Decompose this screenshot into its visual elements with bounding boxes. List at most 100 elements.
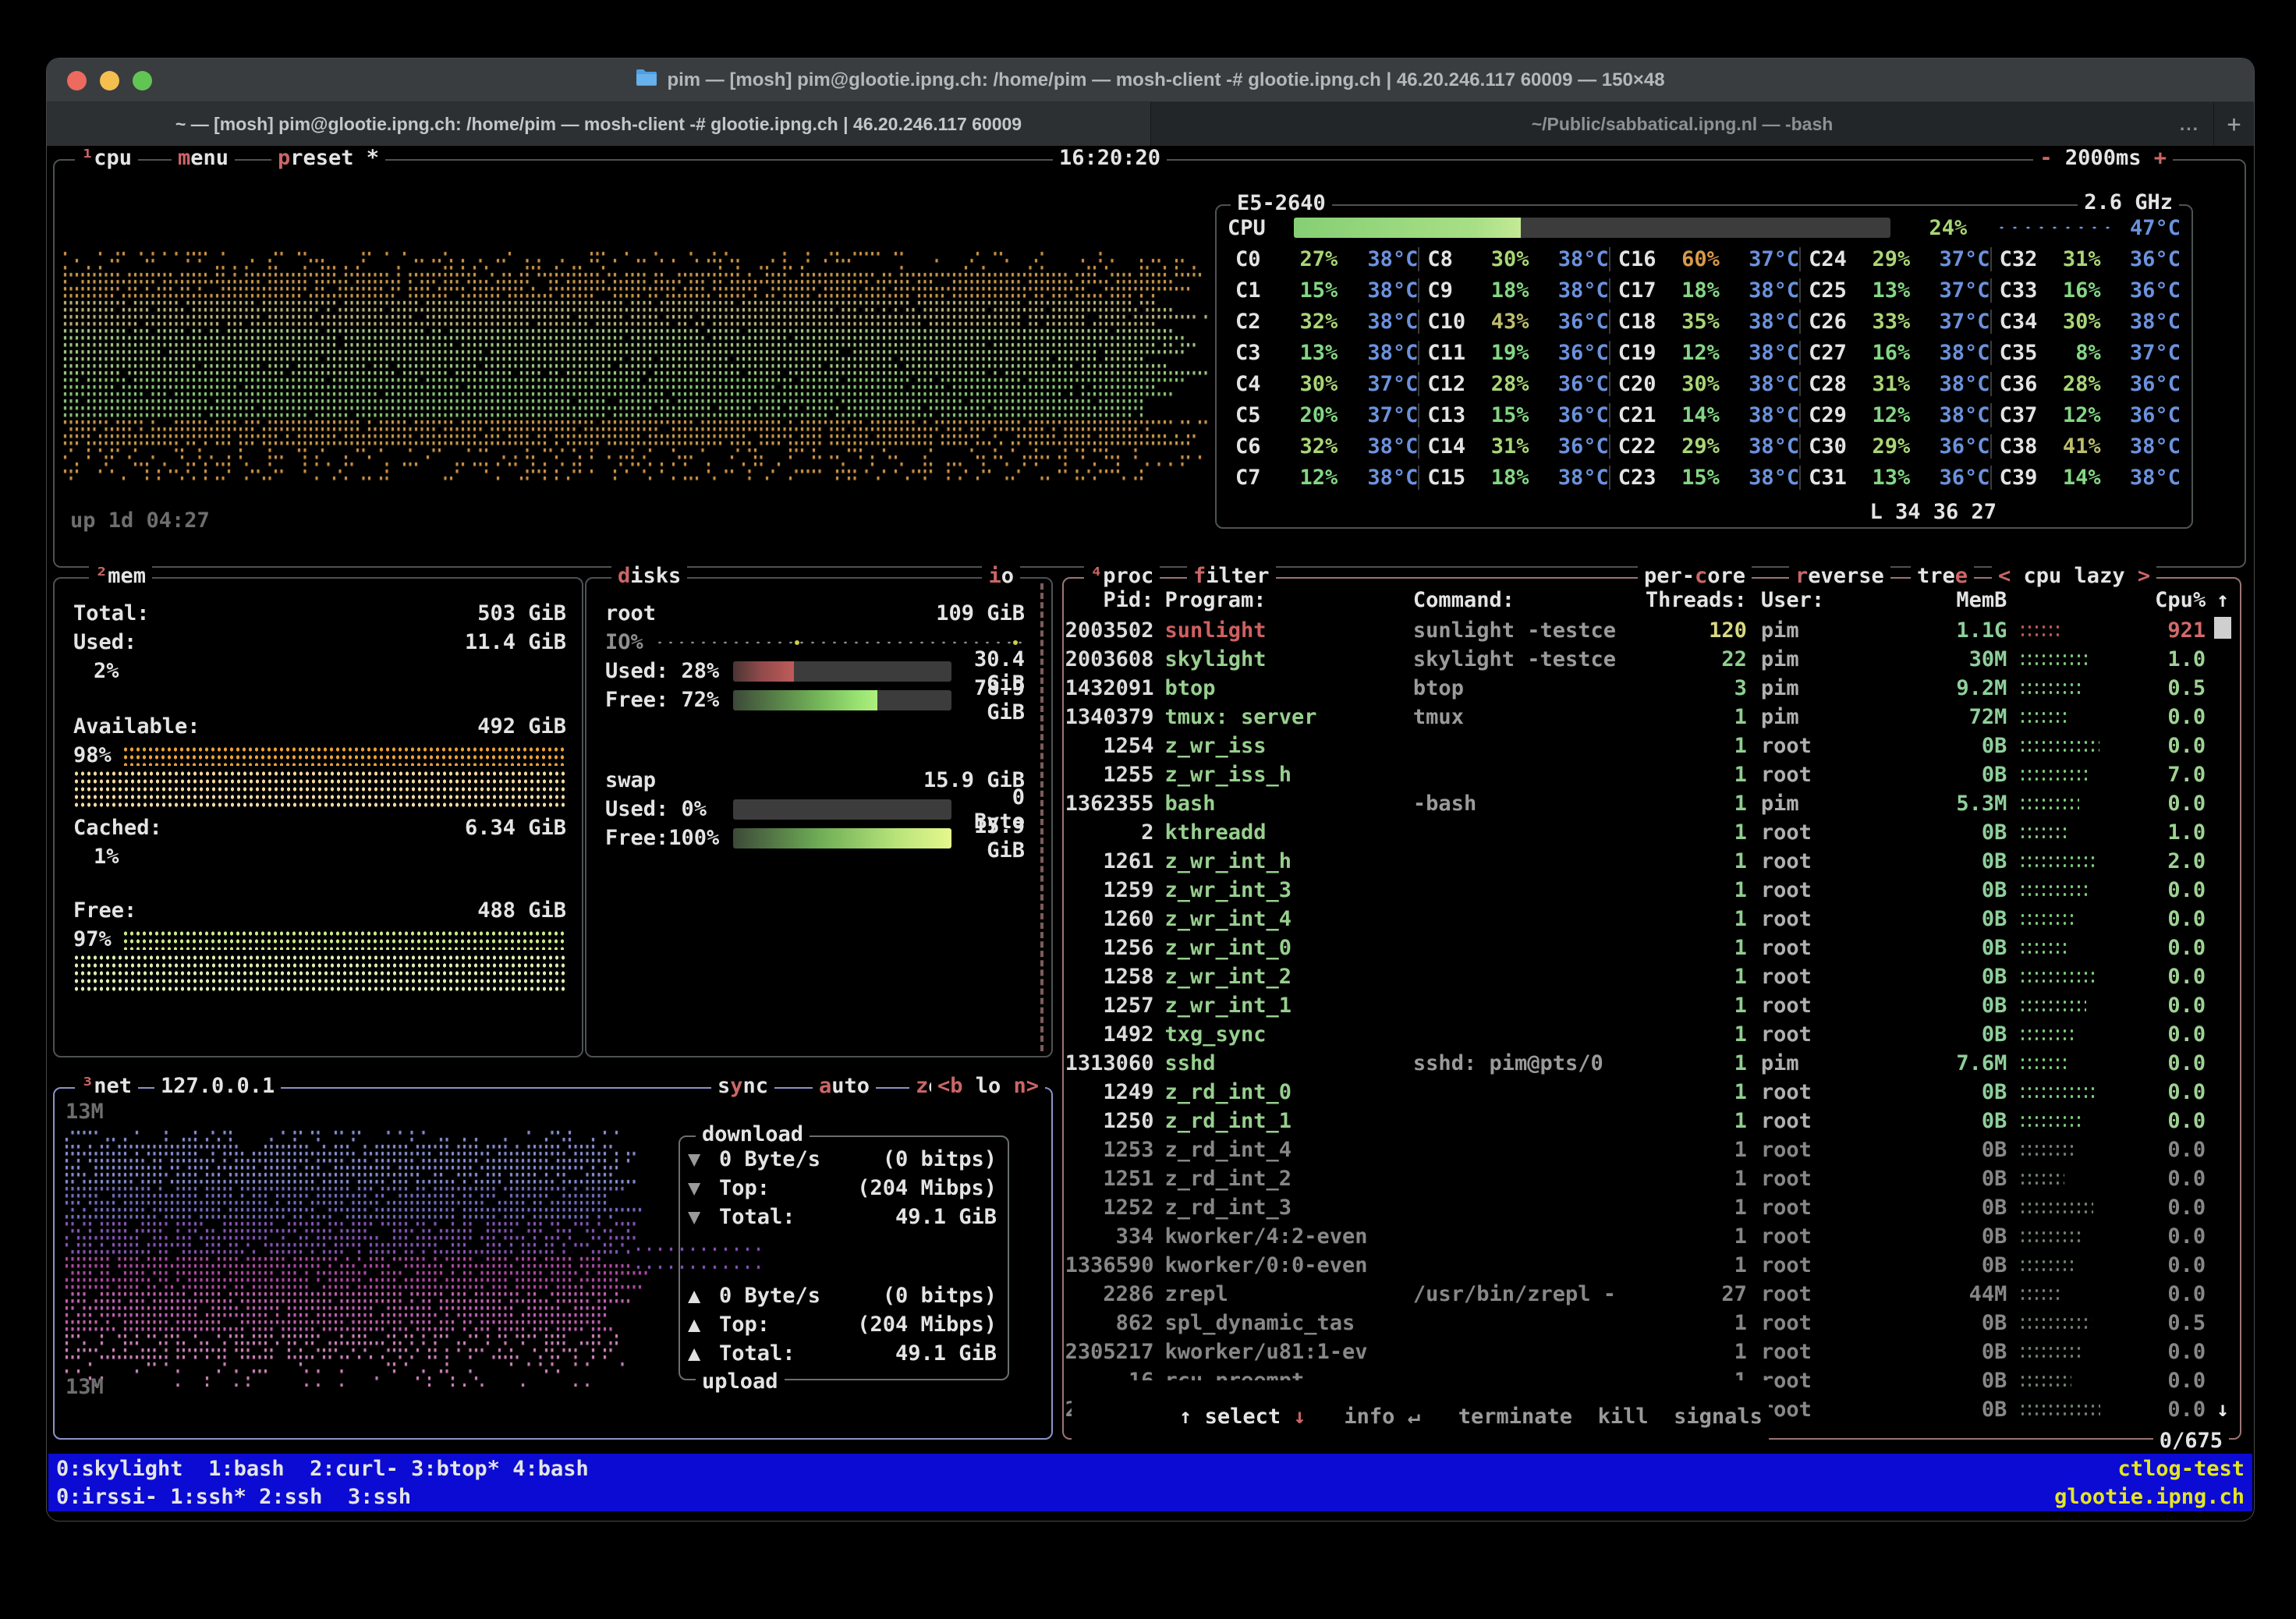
- process-row[interactable]: 1254z_wr_iss1root0B0.0: [1064, 732, 2240, 760]
- col-header-pid[interactable]: Pid:: [1064, 588, 1164, 612]
- process-row[interactable]: 1253z_rd_int_41root0B0.0: [1064, 1135, 2240, 1164]
- process-row[interactable]: 1257z_wr_int_11root0B0.0: [1064, 991, 2240, 1020]
- mem-panel: ²mem Total:503 GiB Used:11.4 GiB 2% Avai…: [53, 577, 583, 1057]
- process-row[interactable]: 2003502sunlightsunlight -testcert120pim1…: [1064, 616, 2240, 645]
- tab-mosh-session[interactable]: ~ — [mosh] pim@glootie.ipng.ch: /home/pi…: [47, 102, 1151, 146]
- col-header-user[interactable]: User:: [1747, 588, 1855, 612]
- process-row[interactable]: 1260z_wr_int_41root0B0.0: [1064, 905, 2240, 933]
- cpu-mini-graph: [2019, 710, 2071, 725]
- reverse-button[interactable]: reverse: [1789, 564, 1890, 588]
- process-row[interactable]: 1255z_wr_iss_h1root0B7.0: [1064, 760, 2240, 789]
- process-row[interactable]: 1362355bash-bash1pim5.3M0.0: [1064, 789, 2240, 818]
- cpu-mini-graph: [2019, 1085, 2095, 1100]
- filter-button[interactable]: filter: [1187, 564, 1276, 588]
- core-row: C313%38°CC1119%36°CC1912%38°CC2716%38°CC…: [1228, 337, 2181, 368]
- process-row[interactable]: 1256z_wr_int_01root0B0.0: [1064, 933, 2240, 962]
- col-header-threads[interactable]: Threads:: [1615, 588, 1747, 612]
- select-button[interactable]: select: [1205, 1405, 1281, 1429]
- tab-overflow-icon[interactable]: ...: [2180, 114, 2199, 135]
- process-row[interactable]: 1258z_wr_int_21root0B0.0: [1064, 962, 2240, 991]
- core-row: C712%38°CC1518%38°CC2315%38°CC3113%36°CC…: [1228, 462, 2181, 493]
- col-header-cpu[interactable]: Cpu%: [2113, 588, 2206, 612]
- disk-io-graph: [654, 639, 1025, 647]
- mem-available-graph: [73, 770, 566, 810]
- terminate-button[interactable]: terminate: [1458, 1405, 1572, 1429]
- screen-windows-inner[interactable]: 0:irssi- 1:ssh* 2:ssh 3:ssh: [56, 1485, 411, 1509]
- process-row[interactable]: 2kthreadd1root0B1.0: [1064, 818, 2240, 847]
- btop-screen: ¹cpu menu preset * 16:20:20 - 2000ms + u…: [47, 147, 2254, 1444]
- cpu-mini-graph: [2019, 825, 2069, 841]
- tree-button[interactable]: tree: [1911, 564, 1974, 588]
- upload-title: upload: [696, 1369, 785, 1394]
- col-header-program[interactable]: Program:: [1164, 588, 1412, 612]
- net-panel-title[interactable]: ³net: [75, 1074, 138, 1098]
- per-core-button[interactable]: per-core: [1638, 564, 1752, 588]
- download-arrow-icon: ▼: [688, 1147, 719, 1171]
- menu-button[interactable]: menu: [172, 146, 235, 170]
- cpu-mini-graph: [2019, 796, 2079, 812]
- core-row: C430%37°CC1228%36°CC2030%38°CC2831%38°CC…: [1228, 368, 2181, 399]
- process-row[interactable]: 1492txg_sync1root0B0.0: [1064, 1020, 2240, 1049]
- screen-windows-outer[interactable]: 0:skylight 1:bash 2:curl- 3:btop* 4:bash: [56, 1457, 589, 1481]
- kill-button[interactable]: kill: [1598, 1405, 1649, 1429]
- process-row[interactable]: 1340379tmux: servertmux1pim72M0.0: [1064, 703, 2240, 732]
- process-row[interactable]: 2305217kworker/u81:1-ev1root0B0.0: [1064, 1337, 2240, 1366]
- scrollbar-thumb[interactable]: [2214, 617, 2231, 639]
- net-interface: 127.0.0.1: [154, 1074, 281, 1098]
- proc-panel-title[interactable]: ⁴proc: [1084, 564, 1160, 588]
- process-row[interactable]: 1313060sshdsshd: pim@pts/01pim7.6M0.0: [1064, 1049, 2240, 1078]
- process-row[interactable]: 1261z_wr_int_h1root0B2.0: [1064, 847, 2240, 876]
- new-tab-button[interactable]: +: [2213, 102, 2254, 146]
- process-row[interactable]: 1336590kworker/0:0-even1root0B0.0: [1064, 1251, 2240, 1280]
- cpu-mini-graph: [2019, 1402, 2100, 1418]
- cpu-mini-graph: [2019, 681, 2081, 696]
- net-sync-button[interactable]: sync: [711, 1074, 774, 1098]
- mem-used-value: 11.4 GiB: [465, 630, 566, 654]
- col-header-mem[interactable]: MemB: [1855, 588, 2007, 612]
- interval-minus-button[interactable]: -: [2039, 146, 2052, 170]
- net-interface-selector[interactable]: <b lo n>: [931, 1074, 1045, 1098]
- process-row[interactable]: 1432091btopbtop3pim9.2M0.5: [1064, 674, 2240, 703]
- process-row[interactable]: 2003608skylightskylight -testcert22pim30…: [1064, 645, 2240, 674]
- scroll-down-icon[interactable]: ↓: [2206, 1398, 2240, 1422]
- sort-selector[interactable]: < cpu lazy >: [1992, 564, 2156, 588]
- disk-swap-used-label: Used: 0%: [605, 797, 722, 821]
- net-panel: ³net 127.0.0.1 sync auto zero <b lo n> 1…: [53, 1087, 1053, 1440]
- info-button[interactable]: info ↵: [1344, 1405, 1420, 1429]
- mem-cached-value: 6.34 GiB: [465, 816, 566, 840]
- tab-bash-session[interactable]: ~/Public/sabbatical.ipng.nl — -bash ...: [1151, 102, 2213, 146]
- select-down-icon[interactable]: ↓: [1281, 1405, 1306, 1429]
- cpu-mini-graph: [2019, 1229, 2083, 1245]
- net-auto-button[interactable]: auto: [813, 1074, 876, 1098]
- process-row[interactable]: 1251z_rd_int_21root0B0.0: [1064, 1164, 2240, 1193]
- download-arrow-icon: ▼: [688, 1205, 719, 1229]
- cpu-mini-graph: [2019, 998, 2086, 1014]
- scroll-up-icon[interactable]: ↑: [2206, 588, 2240, 612]
- process-row[interactable]: 334kworker/4:2-even1root0B0.0: [1064, 1222, 2240, 1251]
- process-row[interactable]: 1259z_wr_int_31root0B0.0: [1064, 876, 2240, 905]
- close-window-button[interactable]: [67, 71, 87, 90]
- disks-panel-title[interactable]: disks: [611, 564, 687, 588]
- minimize-window-button[interactable]: [100, 71, 119, 90]
- io-mode-button[interactable]: io: [982, 564, 1020, 588]
- cpu-mini-graph: [2019, 854, 2098, 870]
- mem-available-meter: [122, 746, 566, 766]
- preset-button[interactable]: preset *: [271, 146, 385, 170]
- process-row[interactable]: 862spl_dynamic_tas1root0B0.5: [1064, 1309, 2240, 1337]
- select-up-icon[interactable]: ↑: [1179, 1405, 1205, 1429]
- screen-session-name: ctlog-test: [2117, 1457, 2245, 1481]
- process-row[interactable]: 1250z_rd_int_11root0B0.0: [1064, 1107, 2240, 1135]
- net-stats-box: download ▼0 Byte/s(0 bitps)▼Top:(204 Mib…: [679, 1135, 1009, 1380]
- interval-plus-button[interactable]: +: [2154, 146, 2167, 170]
- col-header-command[interactable]: Command:: [1413, 588, 1615, 612]
- process-row[interactable]: 1252z_rd_int_31root0B0.0: [1064, 1193, 2240, 1222]
- net-scale-bottom: 13M: [66, 1375, 104, 1399]
- mem-panel-title[interactable]: ²mem: [89, 564, 152, 588]
- process-row[interactable]: 2286zrepl/usr/bin/zrepl --co27root44M0.0: [1064, 1280, 2240, 1309]
- mem-used-percent: 2%: [73, 659, 119, 683]
- process-row[interactable]: 1249z_rd_int_01root0B0.0: [1064, 1078, 2240, 1107]
- signals-button[interactable]: signals: [1674, 1405, 1763, 1429]
- zoom-window-button[interactable]: [133, 71, 152, 90]
- cpu-panel-title[interactable]: ¹cpu: [75, 146, 138, 170]
- cpu-frequency: 2.6 GHz: [2078, 190, 2179, 214]
